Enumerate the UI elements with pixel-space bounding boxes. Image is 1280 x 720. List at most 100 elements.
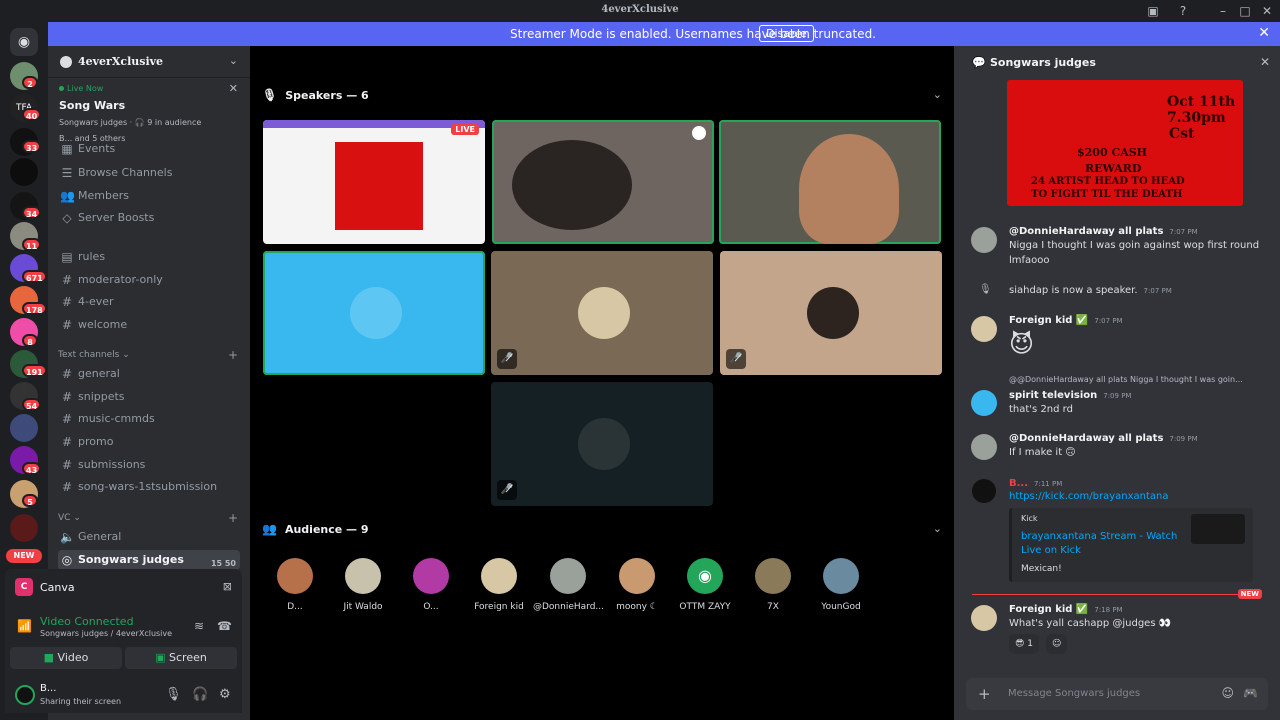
message-author[interactable]: B... 7:11 PM — [1009, 478, 1062, 489]
message-link[interactable]: https://kick.com/brayanxantana — [1009, 491, 1168, 502]
signal-icon[interactable]: 📶 — [17, 619, 32, 633]
attached-image[interactable]: Oct 11th 7.30pm Cst $200 CASH REWARD 24 … — [1007, 80, 1243, 206]
message-composer[interactable]: + Message Songwars judges ☺ 🎮 — [966, 678, 1268, 710]
message-author[interactable]: @DonnieHardaway all plats 7:07 PM — [1009, 226, 1198, 237]
close-activity-icon[interactable]: ⊠ — [223, 580, 232, 593]
channel-events[interactable]: ▦ Events — [58, 142, 240, 156]
speaker-tile-screenshare[interactable]: LIVE — [263, 120, 485, 244]
speaker-tile-avatar[interactable]: 🎤̸ — [720, 251, 942, 375]
avatar[interactable] — [971, 605, 997, 631]
gamepad-icon[interactable]: 🎮 — [1243, 686, 1258, 700]
close-icon[interactable]: ✕ — [1260, 55, 1270, 69]
voice-status[interactable]: Video Connected — [40, 615, 134, 628]
discord-home-icon[interactable]: ◉ — [10, 28, 38, 56]
close-icon[interactable]: ✕ — [229, 82, 238, 95]
add-reaction-icon[interactable]: ☺ — [1046, 634, 1068, 654]
minimize-icon[interactable]: – — [1214, 2, 1232, 20]
avatar — [807, 287, 859, 339]
channel-snippets[interactable]: # snippets — [58, 387, 240, 407]
reply-preview[interactable]: @@DonnieHardaway all plats Nigga I thoug… — [1009, 375, 1243, 384]
hash-icon: # — [61, 273, 73, 287]
streamer-mode-banner: Streamer Mode is enabled. Usernames have… — [48, 22, 1280, 46]
avatar — [823, 558, 859, 594]
avatar[interactable] — [15, 685, 35, 705]
channel-browse[interactable]: ☰ Browse Channels — [58, 163, 240, 183]
avatar[interactable] — [971, 434, 997, 460]
chevron-down-icon[interactable]: ⌄ — [933, 522, 942, 535]
close-window-icon[interactable]: ✕ — [1258, 2, 1276, 20]
microphone-icon[interactable]: 🎙 — [165, 687, 182, 702]
audience-member[interactable]: O... — [396, 558, 466, 612]
audience-member[interactable]: 7X — [738, 558, 808, 612]
avatar[interactable] — [971, 478, 997, 504]
channel-members[interactable]: 👥 Members — [58, 186, 240, 206]
speaker-tile-avatar[interactable]: 🎤̸ — [491, 382, 713, 506]
channel-general[interactable]: # general — [58, 364, 240, 384]
audience-member[interactable]: moony ☾ — [602, 558, 672, 612]
message-input[interactable]: Message Songwars judges — [1008, 688, 1140, 699]
message-author[interactable]: Foreign kid ✅ 7:07 PM — [1009, 315, 1123, 326]
audience-member[interactable]: D... — [260, 558, 330, 612]
new-unreads-pill[interactable]: NEW — [6, 549, 42, 563]
channel-promo[interactable]: # promo — [58, 432, 240, 452]
boost-icon: ◇ — [62, 211, 72, 225]
live-stage-card[interactable]: Live Now ✕ Song Wars Songwars judges · 🎧… — [48, 79, 250, 145]
audience-member[interactable]: ◉ OTTM ZAYY — [670, 558, 740, 612]
noise-suppression-icon[interactable]: ≋ — [194, 619, 204, 633]
server-icon[interactable] — [10, 514, 38, 542]
message-author[interactable]: Foreign kid ✅ 7:18 PM — [1009, 604, 1123, 615]
channel-songwars-judges[interactable]: ◎ Songwars judges 15 50 — [58, 550, 240, 570]
avatar — [413, 558, 449, 594]
channel-submissions[interactable]: # submissions — [58, 455, 240, 475]
category-vc[interactable]: VC ⌄ — [58, 513, 81, 523]
add-channel-icon[interactable]: + — [228, 348, 238, 362]
gear-icon[interactable]: ⚙ — [219, 687, 231, 702]
chevron-down-icon[interactable]: ⌄ — [933, 88, 942, 101]
server-icon[interactable] — [10, 158, 38, 186]
inbox-icon[interactable]: ▣ — [1144, 2, 1162, 20]
audience-member[interactable]: Foreign kid — [464, 558, 534, 612]
speaker-tile-video[interactable] — [719, 120, 941, 244]
message-text: Nigga I thought I was goin against wop f… — [1009, 240, 1260, 251]
speaker-tile-avatar[interactable] — [263, 251, 485, 375]
avatar[interactable] — [971, 390, 997, 416]
close-icon[interactable]: ✕ — [1258, 25, 1270, 41]
plus-icon[interactable]: + — [978, 685, 991, 703]
disable-streamer-mode-button[interactable]: Disable — [759, 25, 814, 42]
embed-thumbnail[interactable] — [1191, 514, 1245, 544]
message-text: that's 2nd rd — [1009, 404, 1073, 415]
category-text-channels[interactable]: Text channels ⌄ — [58, 350, 130, 360]
channel-rules[interactable]: ▤ rules — [58, 247, 240, 267]
audience-member[interactable]: Jit Waldo — [328, 558, 398, 612]
channel-music-cmmds[interactable]: # music-cmmds — [58, 409, 240, 429]
channel-song-wars-1stsubmission[interactable]: # song-wars-1stsubmission — [58, 477, 240, 497]
add-channel-icon[interactable]: + — [228, 511, 238, 525]
message-author[interactable]: @DonnieHardaway all plats 7:09 PM — [1009, 433, 1198, 444]
channel-welcome[interactable]: # welcome — [58, 315, 240, 335]
avatar[interactable] — [971, 227, 997, 253]
activity-panel[interactable]: C Canva ⊠ — [5, 569, 242, 607]
audience-member[interactable]: @DonnieHard... — [533, 558, 603, 612]
emoji-icon[interactable]: ☺ — [1221, 686, 1234, 700]
channel-4-ever[interactable]: #4-ever — [58, 292, 240, 312]
server-icon[interactable] — [10, 414, 38, 442]
avatar[interactable] — [971, 316, 997, 342]
mention-badge: 33 — [22, 140, 42, 153]
window-title: 4everXclusive — [601, 4, 679, 15]
screen-share-button[interactable]: ▣ Screen — [125, 647, 237, 669]
server-header[interactable]: 4everXclusive ⌄ — [48, 46, 250, 78]
audience-member[interactable]: YounGod — [806, 558, 876, 612]
channel-boosts[interactable]: ◇ Server Boosts — [58, 208, 240, 228]
channel-vc-general[interactable]: 🔈 General — [58, 527, 240, 547]
headphones-icon[interactable]: 🎧 — [192, 687, 208, 702]
channel-moderator-only[interactable]: # moderator-only — [58, 270, 240, 290]
disconnect-icon[interactable]: ☎ — [217, 619, 232, 633]
video-button[interactable]: ■ Video — [10, 647, 122, 669]
reaction-pill[interactable]: 😎 1 — [1009, 634, 1039, 654]
embed-title[interactable]: brayanxantana Stream - Watch Live on Kic… — [1021, 530, 1181, 558]
help-icon[interactable]: ? — [1174, 2, 1192, 20]
maximize-icon[interactable]: □ — [1236, 2, 1254, 20]
speaker-tile-avatar[interactable]: 🎤̸ — [491, 251, 713, 375]
message-author[interactable]: spirit television 7:09 PM — [1009, 390, 1131, 401]
speaker-tile-video[interactable] — [492, 120, 714, 244]
